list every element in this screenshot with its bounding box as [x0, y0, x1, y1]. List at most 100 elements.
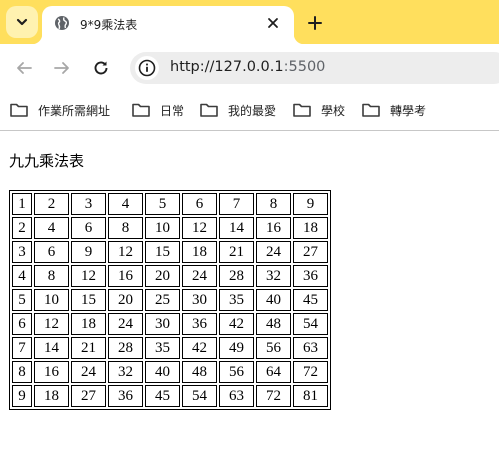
table-cell: 28 — [108, 337, 143, 359]
table-cell: 4 — [34, 217, 69, 239]
table-cell: 5 — [145, 193, 180, 215]
table-cell: 20 — [108, 289, 143, 311]
table-cell: 56 — [219, 361, 254, 383]
table-cell: 18 — [34, 385, 69, 407]
table-cell: 12 — [71, 265, 106, 287]
arrow-right-icon — [54, 62, 69, 74]
table-cell: 18 — [71, 313, 106, 335]
table-cell: 3 — [71, 193, 106, 215]
table-cell: 8 — [12, 361, 32, 383]
table-cell: 2 — [34, 193, 69, 215]
table-cell: 24 — [182, 265, 217, 287]
table-cell: 32 — [108, 361, 143, 383]
table-row: 6 12 18 24 30 36 42 48 54 — [12, 313, 328, 335]
table-cell: 72 — [256, 385, 291, 407]
table-cell: 14 — [34, 337, 69, 359]
table-cell: 8 — [34, 265, 69, 287]
table-cell: 42 — [182, 337, 217, 359]
table-cell: 15 — [71, 289, 106, 311]
tab-close-button[interactable] — [264, 14, 282, 32]
reload-icon — [94, 61, 108, 75]
table-cell: 14 — [219, 217, 254, 239]
page-content: 九九乘法表 1 2 3 4 5 6 7 8 9 2 4 6 8 10 12 14 16 18 3 6 9 12 15 18 21… — [0, 131, 499, 470]
folder-icon — [362, 103, 380, 117]
url-text: http://127.0.0.1:5500 — [170, 59, 325, 75]
table-cell: 6 — [12, 313, 32, 335]
bookmark-label: 我的最愛 — [228, 103, 277, 118]
table-cell: 15 — [145, 241, 180, 263]
folder-icon — [10, 103, 28, 117]
table-cell: 24 — [108, 313, 143, 335]
table-cell: 16 — [108, 265, 143, 287]
table-cell: 63 — [293, 337, 328, 359]
table-cell: 63 — [219, 385, 254, 407]
plus-icon — [308, 16, 322, 30]
reload-button[interactable] — [89, 56, 113, 80]
new-tab-button[interactable] — [302, 10, 328, 36]
table-cell: 25 — [145, 289, 180, 311]
table-cell: 4 — [12, 265, 32, 287]
table-cell: 18 — [293, 217, 328, 239]
table-cell: 9 — [293, 193, 328, 215]
table-row: 3 6 9 12 15 18 21 24 27 — [12, 241, 328, 263]
bookmark-label: 轉學考 — [390, 103, 427, 118]
table-cell: 2 — [12, 217, 32, 239]
table-cell: 27 — [71, 385, 106, 407]
table-cell: 64 — [256, 361, 291, 383]
table-cell: 24 — [256, 241, 291, 263]
folder-icon — [293, 103, 311, 117]
table-row: 5 10 15 20 25 30 35 40 45 — [12, 289, 328, 311]
table-cell: 36 — [182, 313, 217, 335]
table-cell: 3 — [12, 241, 32, 263]
globe-icon — [55, 16, 69, 30]
bookmark-label: 作業所需網址 — [38, 103, 111, 118]
bookmark-folder[interactable]: 轉學考 — [362, 100, 426, 120]
table-cell: 4 — [108, 193, 143, 215]
table-cell: 72 — [293, 361, 328, 383]
table-cell: 8 — [108, 217, 143, 239]
table-cell: 20 — [145, 265, 180, 287]
table-cell: 49 — [219, 337, 254, 359]
table-cell: 40 — [145, 361, 180, 383]
table-cell: 5 — [12, 289, 32, 311]
table-cell: 9 — [12, 385, 32, 407]
url-port: :5500 — [283, 59, 326, 75]
table-cell: 7 — [12, 337, 32, 359]
back-button[interactable] — [12, 56, 36, 80]
info-icon — [138, 59, 156, 77]
table-cell: 48 — [182, 361, 217, 383]
table-cell: 12 — [34, 313, 69, 335]
site-info-button[interactable] — [135, 56, 159, 80]
forward-button[interactable] — [50, 56, 74, 80]
bookmark-folder[interactable]: 作業所需網址 — [10, 100, 110, 120]
address-bar[interactable]: http://127.0.0.1:5500 — [130, 52, 499, 84]
table-cell: 42 — [219, 313, 254, 335]
bookmark-folder[interactable]: 我的最愛 — [200, 100, 276, 120]
table-row: 8 16 24 32 40 48 56 64 72 — [12, 361, 328, 383]
bookmark-folder[interactable]: 日常 — [132, 100, 184, 120]
table-cell: 30 — [182, 289, 217, 311]
url-host: http://127.0.0.1 — [170, 59, 284, 75]
table-cell: 21 — [71, 337, 106, 359]
multiplication-table-body: 1 2 3 4 5 6 7 8 9 2 4 6 8 10 12 14 16 18 3 6 9 12 15 18 21 24 27 4 8… — [12, 193, 328, 407]
table-cell: 40 — [256, 289, 291, 311]
table-cell: 36 — [108, 385, 143, 407]
table-cell: 54 — [182, 385, 217, 407]
table-cell: 24 — [71, 361, 106, 383]
table-cell: 18 — [182, 241, 217, 263]
table-cell: 12 — [182, 217, 217, 239]
table-row: 4 8 12 16 20 24 28 32 36 — [12, 265, 328, 287]
toolbar: http://127.0.0.1:5500 — [0, 44, 499, 92]
table-cell: 35 — [145, 337, 180, 359]
table-cell: 7 — [219, 193, 254, 215]
tab-title: 9*9乘法表 — [80, 18, 138, 32]
active-tab[interactable]: 9*9乘法表 — [32, 6, 304, 44]
table-cell: 6 — [71, 217, 106, 239]
table-cell: 48 — [256, 313, 291, 335]
bookmark-folder[interactable]: 學校 — [293, 100, 345, 120]
table-row: 9 18 27 36 45 54 63 72 81 — [12, 385, 328, 407]
bookmark-label: 日常 — [160, 103, 185, 118]
table-cell: 6 — [34, 241, 69, 263]
bookmark-label: 學校 — [321, 103, 346, 118]
table-cell: 8 — [256, 193, 291, 215]
